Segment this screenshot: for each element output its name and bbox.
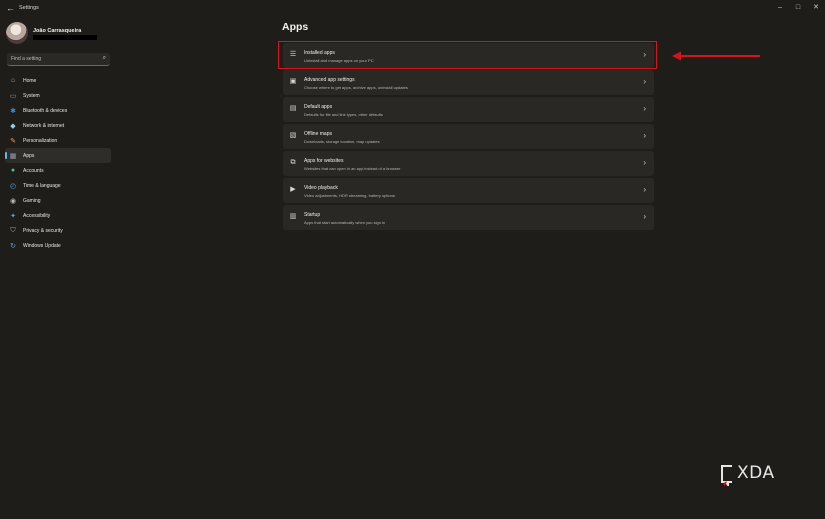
sidebar-nav: ⌂ Home ▭ System ✱ Bluetooth & devices ◆ Network… [5,73,111,253]
annotation-arrow-icon [672,51,760,61]
chevron-right-icon: › [643,158,646,167]
home-icon: ⌂ [10,77,16,84]
video-playback-icon: ▶ [290,186,296,193]
back-arrow-icon[interactable]: ← [6,3,16,13]
sidebar-item-system[interactable]: ▭ System [5,88,111,103]
chevron-right-icon: › [643,104,646,113]
sidebar-item-apps[interactable]: ▦ Apps [5,148,111,163]
sidebar-item-network[interactable]: ◆ Network & internet [5,118,111,133]
sidebar-item-windows-update[interactable]: ↻ Windows Update [5,238,111,253]
user-name: João Carrasqueira [33,28,82,34]
network-icon: ◆ [10,122,16,130]
offline-maps-icon: ▧ [289,132,297,139]
sidebar-item-personalization[interactable]: ✎ Personalization [5,133,111,148]
sidebar-item-label: Personalization [23,137,58,144]
sidebar-item-bluetooth[interactable]: ✱ Bluetooth & devices [5,103,111,118]
card-subtitle: Video adjustments, HDR streaming, batter… [304,193,395,198]
card-title: Default apps [304,104,333,110]
windows-update-icon: ↻ [10,242,16,250]
sidebar-item-label: Windows Update [23,242,61,249]
avatar[interactable] [6,22,28,44]
card-subtitle: Websites that can open in an app instead… [304,166,401,171]
card-title: Offline maps [304,131,332,137]
page-title: Apps [282,21,309,33]
highlight-box [278,41,657,69]
search-icon: ⌕ [102,55,106,61]
sidebar-item-label: Apps [23,152,35,159]
sidebar-item-label: Home [23,77,37,84]
apps-for-websites-icon: ⧉ [290,159,296,166]
active-indicator [5,152,7,159]
window-title: Settings [19,5,39,11]
startup-icon: ▥ [289,213,297,220]
sidebar-item-accessibility[interactable]: ✦ Accessibility [5,208,111,223]
bluetooth-icon: ✱ [10,107,16,115]
privacy-security-icon: ⛉ [10,226,16,234]
accessibility-icon: ✦ [10,212,16,220]
card-title: Advanced app settings [304,77,355,83]
card-title: Startup [304,212,321,218]
card-subtitle: Choose where to get apps, archive apps, … [304,85,408,90]
offline-maps-card[interactable]: ▧ Offline maps Downloads, storage location… [283,124,654,149]
sidebar-item-label: Accounts [23,167,44,174]
sidebar-item-label: Privacy & security [23,227,63,234]
sidebar-item-gaming[interactable]: ◉ Gaming [5,193,111,208]
card-title: Video playback [304,185,338,191]
system-icon: ▭ [9,92,17,100]
personalization-icon: ✎ [10,137,16,145]
chevron-right-icon: › [643,131,646,140]
search-placeholder: Find a setting [11,56,42,62]
video-playback-card[interactable]: ▶ Video playback Video adjustments, HDR st… [283,178,654,203]
redacted-email [33,35,97,40]
accounts-icon: ● [10,167,16,174]
startup-card[interactable]: ▥ Startup Apps that start automatically wh… [283,205,654,230]
title-bar: ← Settings – □ ✕ [0,0,825,17]
advanced-app-settings-icon: ▣ [289,78,297,85]
card-subtitle: Apps that start automatically when you s… [304,220,386,225]
minimize-icon[interactable]: – [771,0,789,14]
default-apps-icon: ▤ [289,105,297,112]
sidebar-item-label: Time & language [23,182,61,189]
settings-list: ☰ Installed apps Uninstall and manage apps… [283,43,654,232]
chevron-right-icon: › [643,185,646,194]
xda-logo: XDA [719,463,795,486]
chevron-right-icon: › [643,212,646,221]
sidebar-item-home[interactable]: ⌂ Home [5,73,111,88]
apps-for-websites-card[interactable]: ⧉ Apps for websites Websites that can open… [283,151,654,176]
gaming-icon: ◉ [9,197,17,205]
close-icon[interactable]: ✕ [807,0,825,14]
xda-bracket-icon [721,465,732,486]
apps-icon: ▦ [9,152,17,160]
sidebar-item-label: Gaming [23,197,41,204]
sidebar-item-label: Accessibility [23,212,51,219]
default-apps-card[interactable]: ▤ Default apps Defaults for file and link … [283,97,654,122]
advanced-app-settings-card[interactable]: ▣ Advanced app settings Choose where to ge… [283,70,654,95]
maximize-icon[interactable]: □ [789,0,807,14]
card-subtitle: Downloads, storage location, map updates [304,139,380,144]
xda-logo-text: XDA [737,463,775,483]
sidebar-item-label: Network & internet [23,122,65,129]
sidebar-item-label: System [23,92,40,99]
sidebar-item-label: Bluetooth & devices [23,107,68,114]
card-subtitle: Defaults for file and link types, other … [304,112,383,117]
window-controls: – □ ✕ [771,0,825,14]
sidebar-item-accounts[interactable]: ● Accounts [5,163,111,178]
sidebar-item-time-language[interactable]: ◴ Time & language [5,178,111,193]
chevron-right-icon: › [643,77,646,86]
sidebar-item-privacy-security[interactable]: ⛉ Privacy & security [5,223,111,238]
time-language-icon: ◴ [9,182,17,190]
search-input[interactable]: Find a setting ⌕ [7,53,110,66]
card-title: Apps for websites [304,158,344,164]
